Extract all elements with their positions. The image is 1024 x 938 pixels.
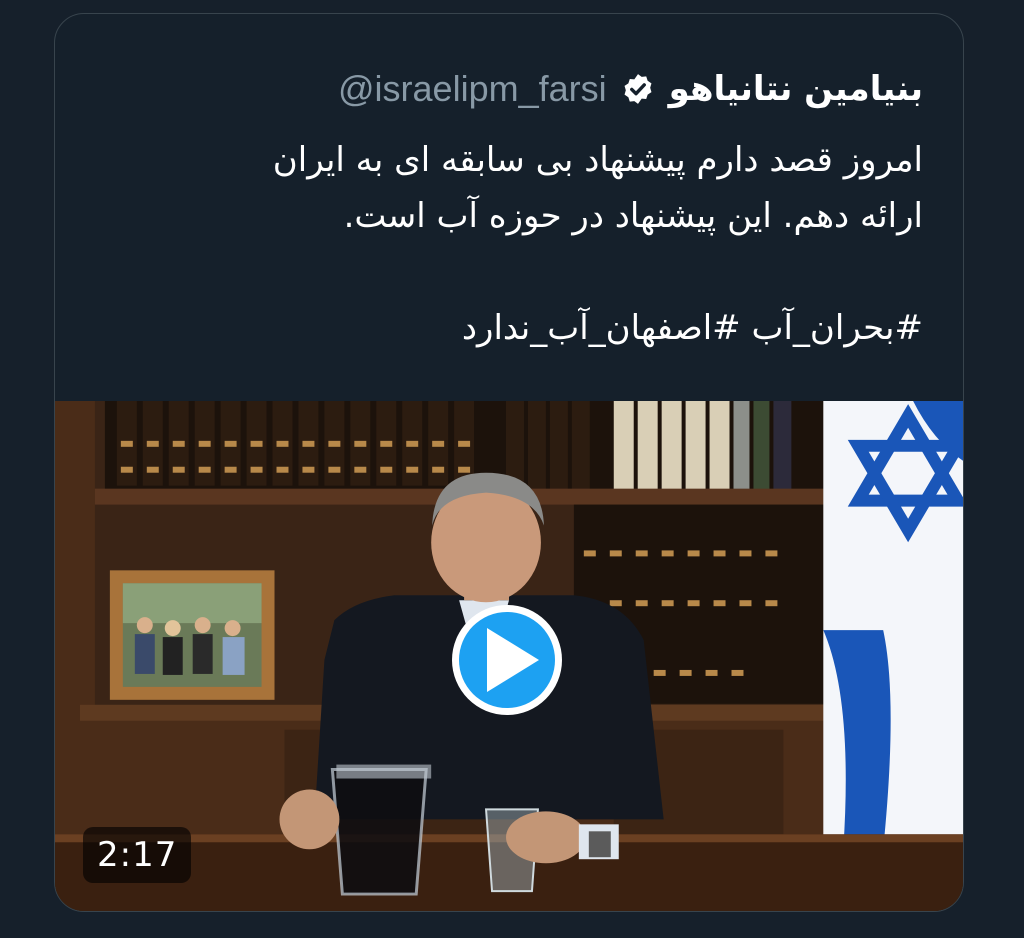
tweet-header: بنیامین نتانیاهو @israelipm_farsi — [95, 54, 923, 124]
play-icon — [487, 628, 539, 692]
verified-badge-icon — [624, 74, 652, 104]
display-name[interactable]: بنیامین نتانیاهو — [669, 72, 923, 106]
video-duration: 2:17 — [83, 827, 192, 883]
hashtags[interactable]: #بحران_آب #اصفهان_آب_ندارد — [133, 300, 923, 356]
tweet-text-line-1: امروز قصد دارم پیشنهاد بی سابقه ای به ای… — [272, 140, 923, 180]
play-icon-circle — [459, 612, 555, 708]
video-player[interactable]: 2:17 — [55, 401, 963, 911]
tweet-card[interactable]: بنیامین نتانیاهو @israelipm_farsi امروز … — [54, 13, 964, 912]
tweet-text: امروز قصد دارم پیشنهاد بی سابقه ای به ای… — [133, 132, 923, 356]
tweet-text-line-2: ارائه دهم. این پیشنهاد در حوزه آب است. — [343, 196, 923, 236]
play-button[interactable] — [452, 605, 562, 715]
user-handle[interactable]: @israelipm_farsi — [338, 68, 607, 110]
